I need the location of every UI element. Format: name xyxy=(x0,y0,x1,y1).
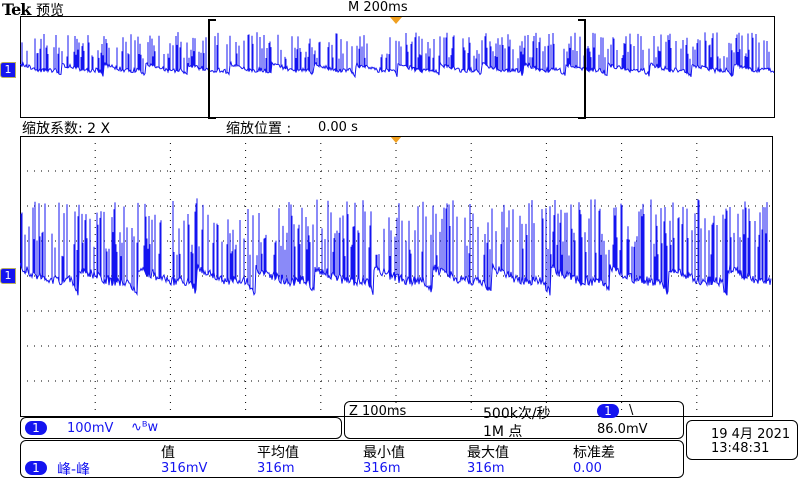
zoom-factor: 缩放系数: 2 X xyxy=(22,121,111,137)
datetime-panel: 19 4月 2021 13:48:31 xyxy=(686,420,798,460)
trigger-slope-icon: \ xyxy=(629,403,634,418)
measure-header-min: 最小值 xyxy=(363,445,405,461)
zoom-position-value: 0.00 s xyxy=(318,120,358,135)
channel-1-badge: 1 xyxy=(25,421,47,435)
trigger-level: 86.0mV xyxy=(597,422,648,437)
zoom-timebase: Z 100ms xyxy=(349,404,407,419)
channel-1-trace xyxy=(20,198,772,297)
measurements-panel[interactable]: 值 平均值 最小值 最大值 标准差 1 峰-峰 316mV 316m 316m … xyxy=(20,440,684,478)
measure-mean: 316m xyxy=(257,461,295,476)
date: 19 4月 2021 xyxy=(711,427,791,442)
measure-name: 峰-峰 xyxy=(57,462,91,478)
measure-value: 316mV xyxy=(161,461,208,476)
measure-header-value: 值 xyxy=(161,445,175,461)
main-graticule xyxy=(20,136,773,417)
zoom-bracket-left[interactable] xyxy=(208,19,216,119)
channel-1-ground-marker-main[interactable]: 1 xyxy=(0,268,16,284)
sample-rate: 500k次/秒 xyxy=(483,406,551,422)
zoom-position-label: 缩放位置 : xyxy=(226,121,292,137)
measure-min: 316m xyxy=(363,461,401,476)
time: 13:48:31 xyxy=(711,441,770,456)
channel-1-overview-trace xyxy=(20,32,775,79)
channel-scale: 100mV xyxy=(67,421,114,436)
channel-1-settings[interactable]: 1 100mV ∿ᴮw xyxy=(20,417,342,439)
measure-header-mean: 平均值 xyxy=(257,445,299,461)
zoom-bracket-right[interactable] xyxy=(578,19,586,119)
measure-max: 316m xyxy=(467,461,505,476)
bandwidth-limit-icon: ∿ᴮw xyxy=(131,420,159,435)
overview-trace xyxy=(20,32,775,79)
channel-1-ground-marker[interactable]: 1 xyxy=(0,62,16,78)
timebase-readout: M 200ms xyxy=(348,0,408,15)
measure-header-max: 最大值 xyxy=(467,445,509,461)
measure-channel-badge: 1 xyxy=(25,461,47,475)
record-length: 1M 点 xyxy=(483,424,523,440)
measure-header-stddev: 标准差 xyxy=(573,445,615,461)
trigger-channel-badge: 1 xyxy=(597,404,619,418)
measure-stddev: 0.00 xyxy=(573,461,602,476)
acquisition-panel[interactable]: Z 100ms 500k次/秒 1M 点 1 \ 86.0mV xyxy=(344,401,684,440)
